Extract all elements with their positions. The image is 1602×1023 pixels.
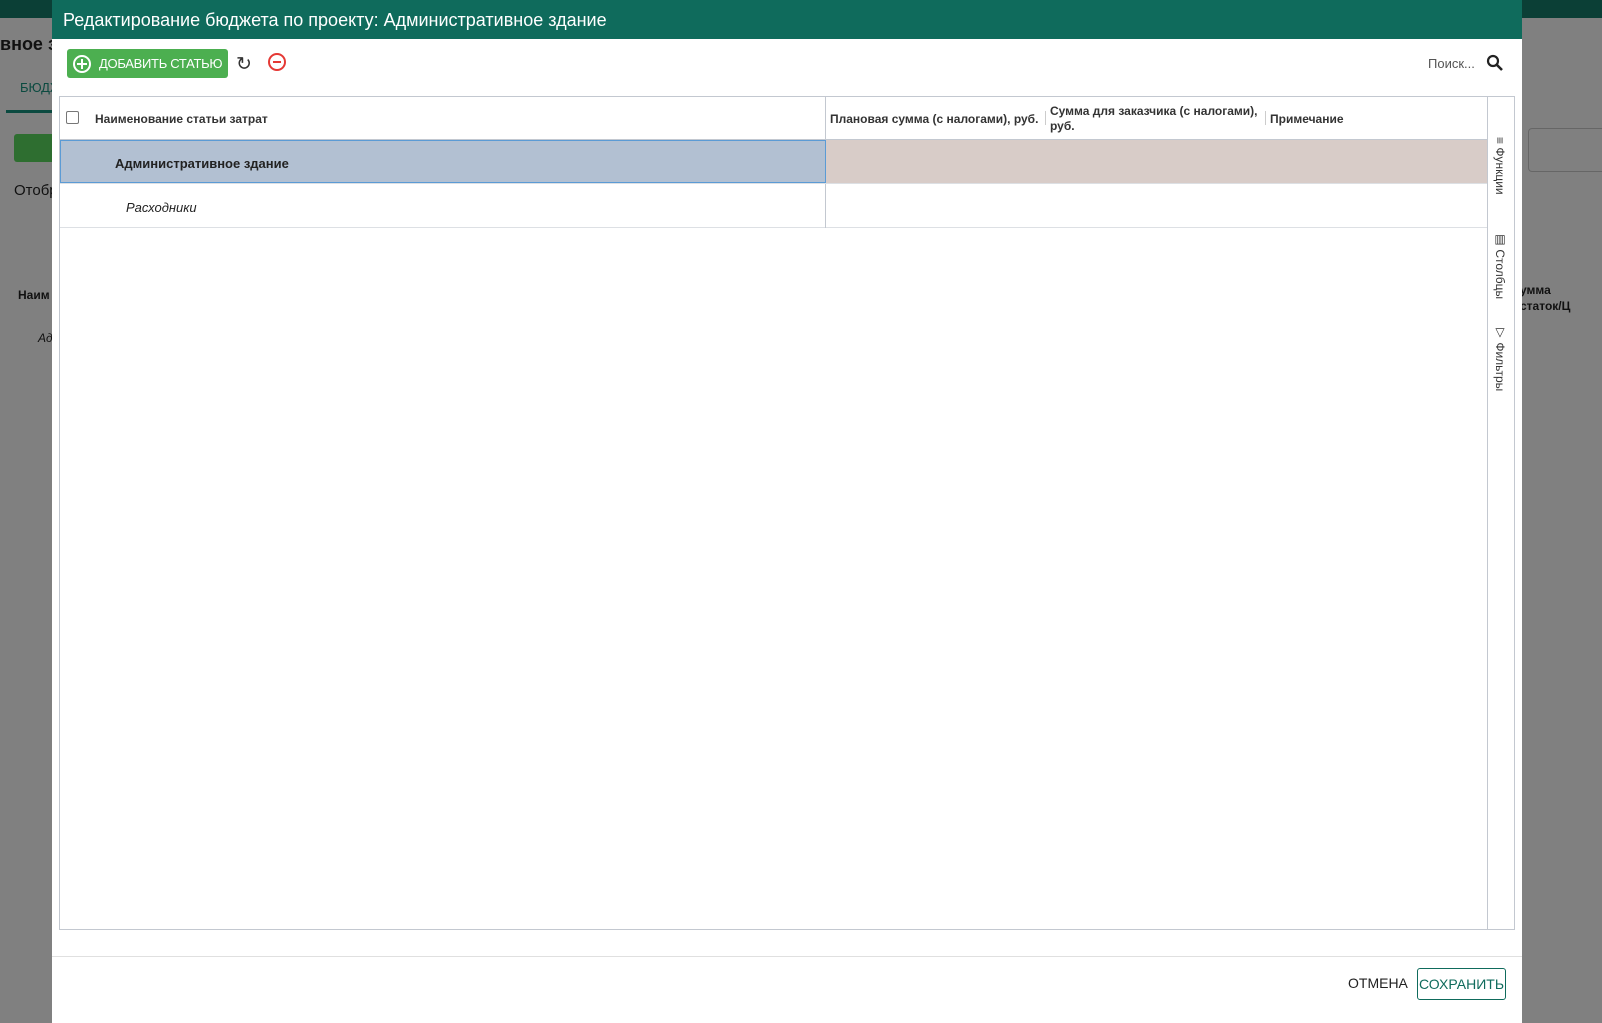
column-separator bbox=[1045, 111, 1046, 125]
save-button[interactable]: СОХРАНИТЬ bbox=[1417, 968, 1506, 1000]
remove-icon[interactable] bbox=[268, 53, 286, 71]
column-divider bbox=[825, 97, 826, 140]
side-tab-functions[interactable]: ≡ Функции bbox=[1493, 137, 1507, 195]
table-row[interactable]: Административное здание bbox=[60, 140, 1514, 184]
background-row: Ад bbox=[38, 331, 53, 345]
column-divider bbox=[825, 184, 826, 228]
toolbar: ДОБАВИТЬ СТАТЬЮ ↻ bbox=[52, 39, 1522, 96]
column-header-customer[interactable]: Сумма для заказчика (с налогами), руб. bbox=[1050, 104, 1260, 134]
side-tab-filters[interactable]: ▽ Фильтры bbox=[1493, 325, 1507, 391]
add-item-label: ДОБАВИТЬ СТАТЬЮ bbox=[99, 56, 223, 71]
row-name[interactable]: Расходники bbox=[126, 200, 197, 215]
background-right-header: умма статок/Ц bbox=[1520, 283, 1571, 313]
dialog-footer: ОТМЕНА СОХРАНИТЬ bbox=[52, 956, 1522, 1023]
cancel-button[interactable]: ОТМЕНА bbox=[1348, 975, 1408, 991]
side-tab-label: Фильтры bbox=[1493, 342, 1507, 392]
side-panel: ≡ Функции ▥ Столбцы ▽ Фильтры bbox=[1487, 97, 1514, 929]
budget-grid: Наименование статьи затрат Плановая сумм… bbox=[59, 96, 1515, 930]
background-title: вное з bbox=[0, 34, 57, 54]
side-tab-label: Столбцы bbox=[1493, 249, 1507, 300]
row-values[interactable] bbox=[826, 140, 1487, 183]
background-box bbox=[1528, 128, 1602, 172]
edit-budget-dialog: Редактирование бюджета по проекту: Админ… bbox=[52, 0, 1522, 1023]
search-input[interactable]: Поиск... bbox=[1428, 56, 1475, 71]
side-tab-columns[interactable]: ▥ Столбцы bbox=[1493, 232, 1507, 299]
column-header-note[interactable]: Примечание bbox=[1270, 112, 1344, 126]
select-all-checkbox[interactable] bbox=[66, 111, 79, 124]
refresh-icon[interactable]: ↻ bbox=[236, 53, 252, 76]
dialog-title: Редактирование бюджета по проекту: Админ… bbox=[52, 0, 1522, 39]
plus-circle-icon bbox=[73, 54, 91, 73]
filter-icon: ▽ bbox=[1493, 325, 1507, 343]
search-icon[interactable] bbox=[1486, 54, 1504, 72]
table-row[interactable]: Расходники bbox=[60, 184, 1514, 228]
menu-icon: ≡ bbox=[1493, 137, 1507, 148]
background-column-header: Наим bbox=[18, 288, 50, 302]
add-item-button[interactable]: ДОБАВИТЬ СТАТЬЮ bbox=[67, 49, 228, 78]
columns-icon: ▥ bbox=[1493, 232, 1507, 250]
column-header-planned[interactable]: Плановая сумма (с налогами), руб. bbox=[830, 112, 1038, 126]
grid-header: Наименование статьи затрат Плановая сумм… bbox=[60, 97, 1514, 140]
column-separator bbox=[1265, 111, 1266, 125]
side-tab-label: Функции bbox=[1493, 147, 1507, 195]
column-header-name[interactable]: Наименование статьи затрат bbox=[95, 112, 268, 126]
row-name[interactable]: Административное здание bbox=[60, 140, 826, 183]
